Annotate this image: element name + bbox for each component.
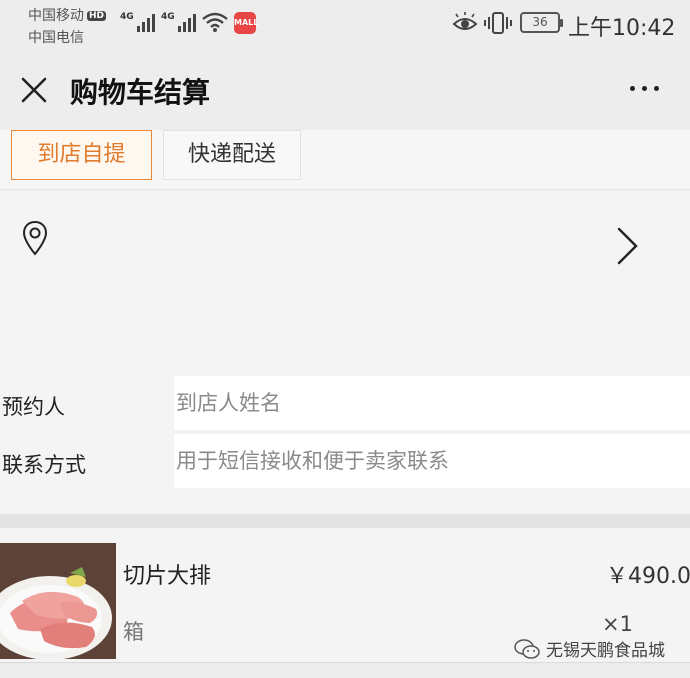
mall-app-icon: MALL (234, 12, 258, 34)
wechat-logo-icon (514, 638, 540, 659)
tab-store-pickup[interactable]: 到店自提 (11, 130, 152, 180)
product-quantity: ×1 (602, 612, 633, 636)
status-bar: 中国移动 HD 中国电信 4G 4G MALL 36 上午10:42 (0, 0, 690, 48)
watermark-text: 无锡天鹏食品城 (546, 641, 665, 661)
address-selector[interactable] (0, 190, 690, 376)
network-1-label: 4G (120, 12, 134, 22)
product-price: ￥490.00 (606, 564, 690, 589)
status-time: 上午10:42 (568, 16, 676, 41)
eye-comfort-icon (452, 12, 478, 30)
network-2-label: 4G (161, 12, 175, 22)
close-icon[interactable] (20, 76, 48, 104)
booker-label: 预约人 (2, 395, 65, 419)
watermark: 无锡天鹏食品城 (514, 636, 665, 661)
contact-row: 联系方式 (0, 434, 690, 490)
booker-name-input[interactable] (174, 376, 690, 430)
header: 购物车结算 (0, 48, 690, 130)
battery-level: 36 (532, 15, 548, 29)
contact-phone-input[interactable] (174, 434, 690, 488)
delivery-tabs: 到店自提 快递配送 (0, 130, 690, 190)
signal-1-icon: 4G (120, 12, 155, 32)
hd-badge: HD (87, 11, 107, 21)
product-name: 切片大排 (123, 564, 212, 589)
location-pin-icon (22, 220, 48, 256)
signal-2-icon: 4G (161, 12, 196, 32)
product-image (0, 543, 116, 659)
bottom-bar (0, 662, 690, 678)
booker-row: 预约人 (0, 376, 690, 432)
carrier-2-label: 中国电信 (28, 30, 84, 46)
product-unit: 箱 (123, 620, 144, 644)
contact-label: 联系方式 (2, 453, 86, 477)
carrier-1: 中国移动 HD (28, 5, 107, 25)
page-title: 购物车结算 (70, 76, 211, 109)
carrier-1-label: 中国移动 (28, 8, 84, 24)
battery-icon: 36 (520, 12, 563, 33)
vibrate-icon (484, 12, 512, 34)
section-divider (0, 514, 690, 528)
chevron-right-icon (617, 227, 638, 265)
more-dots-icon[interactable] (630, 86, 666, 96)
wifi-icon (202, 12, 228, 32)
tab-express-delivery[interactable]: 快递配送 (163, 130, 301, 180)
